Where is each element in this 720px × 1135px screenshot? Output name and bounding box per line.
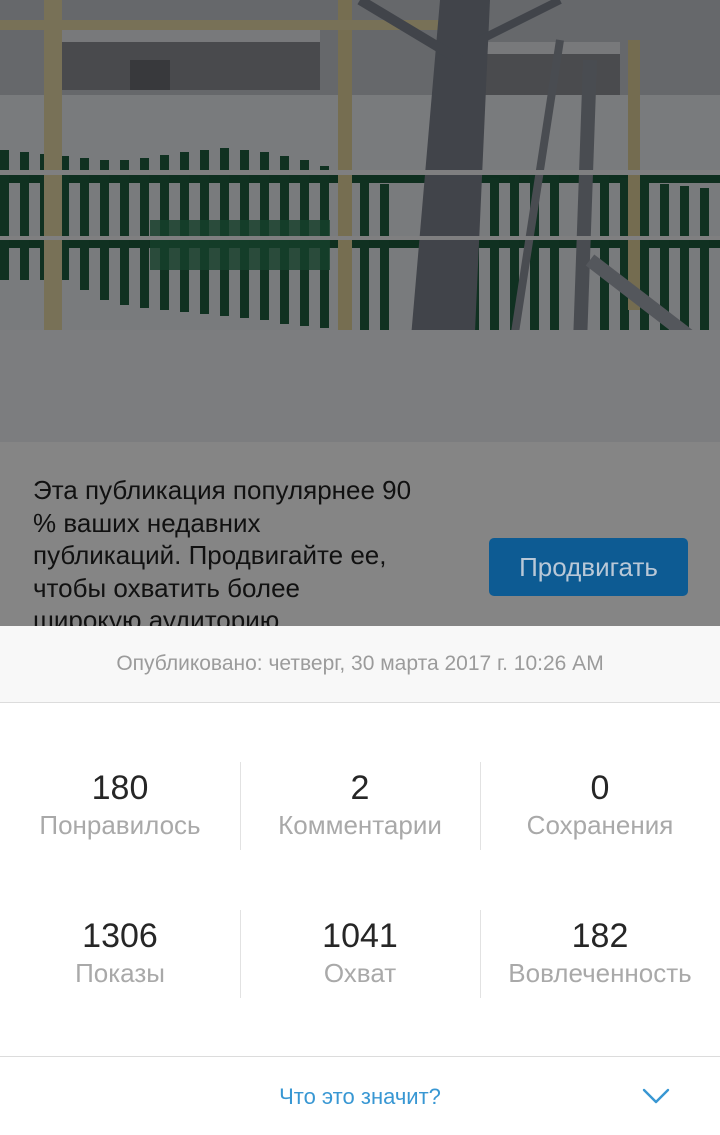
stat-comments: 2 Комментарии [240, 762, 480, 850]
stat-reach: 1041 Охват [240, 910, 480, 998]
published-date: Опубликовано: четверг, 30 марта 2017 г. … [0, 626, 720, 703]
stat-label: Показы [75, 958, 165, 988]
stats-grid: 180 Понравилось 2 Комментарии 0 Сохранен… [0, 762, 720, 998]
promote-button[interactable]: Продвигать [489, 538, 688, 596]
chevron-down-icon[interactable] [642, 1085, 670, 1107]
dim-overlay[interactable] [0, 0, 720, 442]
stat-label: Понравилось [39, 810, 201, 840]
stat-likes: 180 Понравилось [0, 762, 240, 850]
stat-label: Охват [323, 958, 397, 988]
stat-value: 2 [350, 769, 370, 807]
post-insights-screen: Эта публикация популярнее 90 % ваших нед… [0, 0, 720, 1135]
stat-label: Вовлеченность [508, 958, 692, 988]
stat-label: Сохранения [526, 810, 674, 840]
insights-footer: Что это значит? [0, 1056, 720, 1135]
stat-value: 182 [571, 917, 629, 955]
promo-banner: Эта публикация популярнее 90 % ваших нед… [0, 442, 720, 626]
stat-value: 0 [590, 769, 610, 807]
what-does-this-mean-link[interactable]: Что это значит? [0, 1057, 720, 1135]
insights-sheet: Опубликовано: четверг, 30 марта 2017 г. … [0, 626, 720, 1135]
stat-value: 180 [91, 769, 149, 807]
stat-engagement: 182 Вовлеченность [480, 910, 720, 998]
stat-label: Комментарии [278, 810, 442, 840]
stat-impressions: 1306 Показы [0, 910, 240, 998]
promo-text: Эта публикация популярнее 90 % ваших нед… [33, 475, 412, 626]
stat-value: 1306 [82, 917, 158, 955]
stats-row: 1306 Показы 1041 Охват 182 Вовлеченность [0, 910, 720, 998]
stat-saves: 0 Сохранения [480, 762, 720, 850]
stats-row: 180 Понравилось 2 Комментарии 0 Сохранен… [0, 762, 720, 850]
stat-value: 1041 [322, 917, 398, 955]
